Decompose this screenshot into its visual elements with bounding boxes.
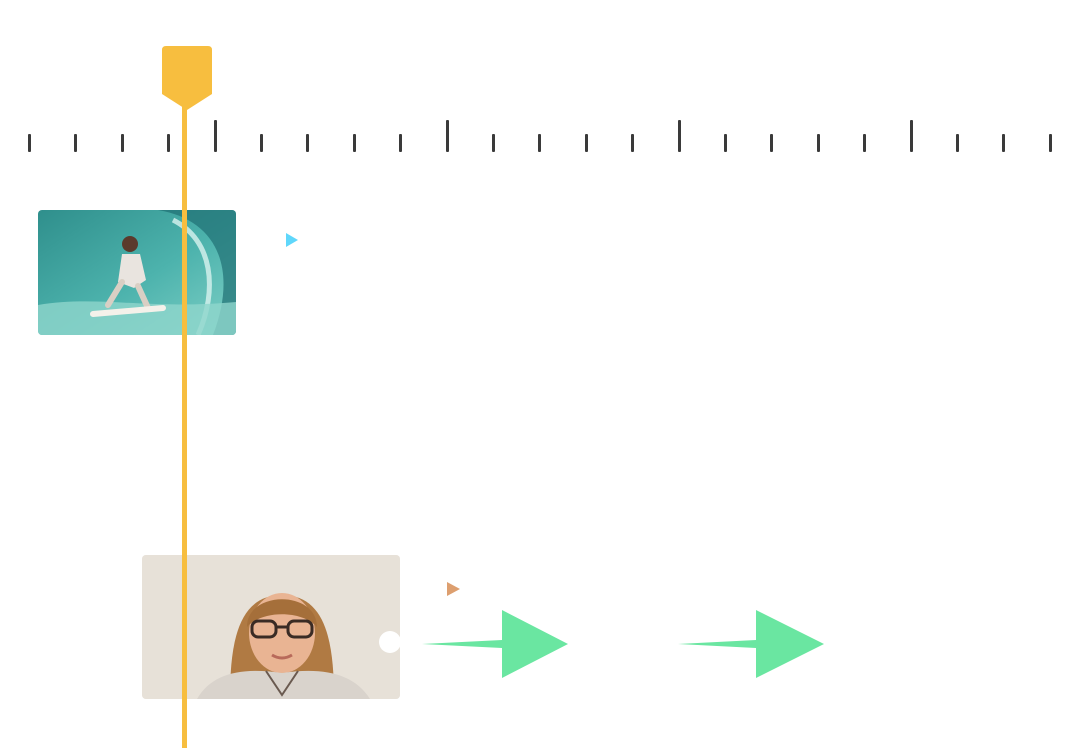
ruler-tick [863,134,866,152]
playhead-line[interactable] [182,66,187,748]
transition-arrow-2[interactable] [678,610,824,678]
ruler-tick [214,120,217,152]
keyframe-dot[interactable] [637,631,659,653]
ruler-tick [74,134,77,152]
ruler-tick [538,134,541,152]
ruler-tick [956,134,959,152]
ruler-tick [306,134,309,152]
ruler-tick [399,134,402,152]
envelope-point[interactable] [867,449,883,465]
ruler-tick [631,134,634,152]
transition-arrow-1[interactable] [422,610,568,678]
keyframe-layer [379,610,881,678]
video-clip-header: Video name.mov [272,221,574,259]
timeline-editor: Video name.mov Music name.mp3 REC_01 [0,0,1074,748]
ruler-tick [585,134,588,152]
ruler-tick [724,134,727,152]
playhead-handle[interactable] [162,46,212,110]
music-note-icon [282,394,321,434]
music-clip-label: Music name.mp3 [337,395,592,432]
keyframe-dot[interactable] [379,631,401,653]
music-clip[interactable]: Music name.mp3 [255,365,1006,532]
video-clip-label: Video name.mov [324,221,574,258]
ruler-tick [28,134,31,152]
ruler-tick [817,134,820,152]
music-clip-header: Music name.mp3 [281,393,591,435]
ruler-tick [260,134,263,152]
ruler-tick [770,134,773,152]
play-icon [272,226,310,254]
ruler-tick [678,120,681,152]
ruler-tick [446,120,449,152]
keyframe-dot[interactable] [843,623,881,661]
playhead[interactable] [160,46,214,748]
audio-waveform [255,403,1006,532]
ruler-tick [121,134,124,152]
ruler-tick [1049,134,1052,152]
rec-clip[interactable]: REC_01 [130,544,1070,710]
ruler-tick [492,134,495,152]
ruler-tick [353,134,356,152]
ruler-tick [910,120,913,152]
keyframe-dot[interactable] [583,623,621,661]
ruler-tick [1002,134,1005,152]
envelope-point[interactable] [439,449,455,465]
